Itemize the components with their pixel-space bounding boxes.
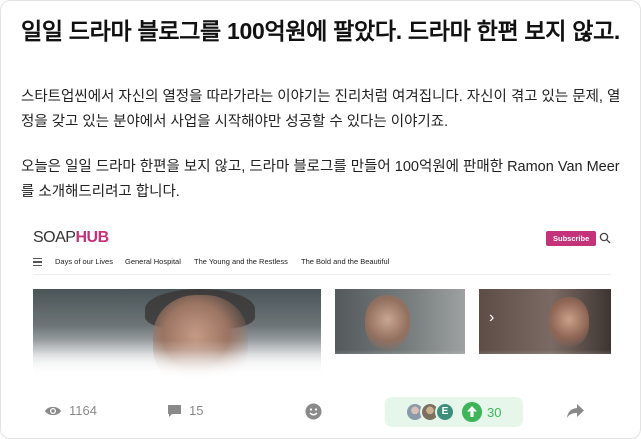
post-paragraph-1: 스타트업씬에서 자신의 열정을 따라가라는 이야기는 진리처럼 여겨집니다. 자… <box>21 89 621 130</box>
post-paragraph-2: 오늘은 일일 드라마 한편을 보지 않고, 드라마 블로그를 만들어 100억원… <box>21 159 620 200</box>
upvote-count: 30 <box>487 405 502 420</box>
hamburger-icon <box>33 258 42 266</box>
comment-icon <box>168 404 181 417</box>
comments-button[interactable]: 15 <box>167 403 203 418</box>
soaphub-logo: SOAPHUB <box>33 229 109 246</box>
embed-nav: Days of our Lives General Hospital The Y… <box>33 253 611 275</box>
emoji-icon[interactable] <box>305 403 322 420</box>
eye-icon <box>45 406 61 415</box>
chevron-right-icon: › <box>489 309 495 326</box>
upvote-arrow-icon <box>462 402 482 422</box>
embed-nav-item: Days of our Lives <box>55 257 113 266</box>
embed-nav-item: The Young and the Restless <box>194 257 288 266</box>
views-stat: 1164 <box>44 403 97 418</box>
embed-nav-item: The Bold and the Beautiful <box>301 257 390 266</box>
post-card: 일일 드라마 블로그를 100억원에 팔았다. 드라마 한편 보지 않고. 스타… <box>0 0 641 439</box>
search-icon <box>599 232 611 244</box>
post-footer: 1164 15 E 30 <box>1 393 640 429</box>
embedded-screenshot[interactable]: SOAPHUB Subscribe Days of our Lives Gene… <box>21 215 625 380</box>
upvote-button[interactable]: E 30 <box>385 397 523 427</box>
views-count: 1164 <box>69 403 97 418</box>
embed-nav-item: General Hospital <box>125 257 181 266</box>
comments-count: 15 <box>189 403 204 418</box>
share-icon[interactable] <box>566 403 585 420</box>
embed-photo-2 <box>335 289 465 354</box>
post-title[interactable]: 일일 드라마 블로그를 100억원에 팔았다. 드라마 한편 보지 않고. <box>21 17 621 46</box>
subscribe-button: Subscribe <box>546 231 597 246</box>
embed-photo-3: › <box>479 289 611 354</box>
avatar: E <box>435 402 455 422</box>
